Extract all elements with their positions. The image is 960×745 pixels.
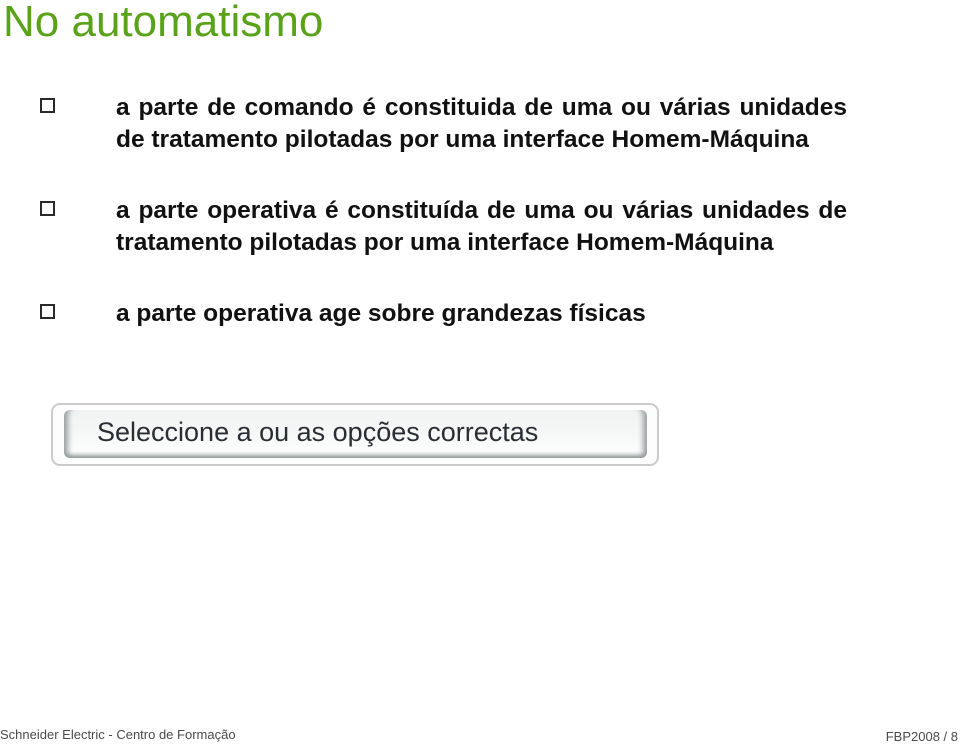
instruction-button-label: Seleccione a ou as opções correctas xyxy=(97,417,539,447)
checkbox-icon[interactable] xyxy=(40,98,55,113)
option-text: a parte de comando é constituida de uma … xyxy=(116,94,847,153)
slide-title: No automatismo xyxy=(3,0,324,46)
instruction-button[interactable]: Seleccione a ou as opções correctas xyxy=(64,410,647,458)
option-text: a parte operativa age sobre grandezas fí… xyxy=(116,300,646,327)
footer-organization: Schneider Electric - Centro de Formação xyxy=(0,727,236,742)
option-text: a parte operativa é constituída de uma o… xyxy=(116,197,847,256)
checkbox-icon[interactable] xyxy=(40,201,55,216)
checkbox-icon[interactable] xyxy=(40,304,55,319)
instruction-button-frame: Seleccione a ou as opções correctas xyxy=(51,403,659,466)
